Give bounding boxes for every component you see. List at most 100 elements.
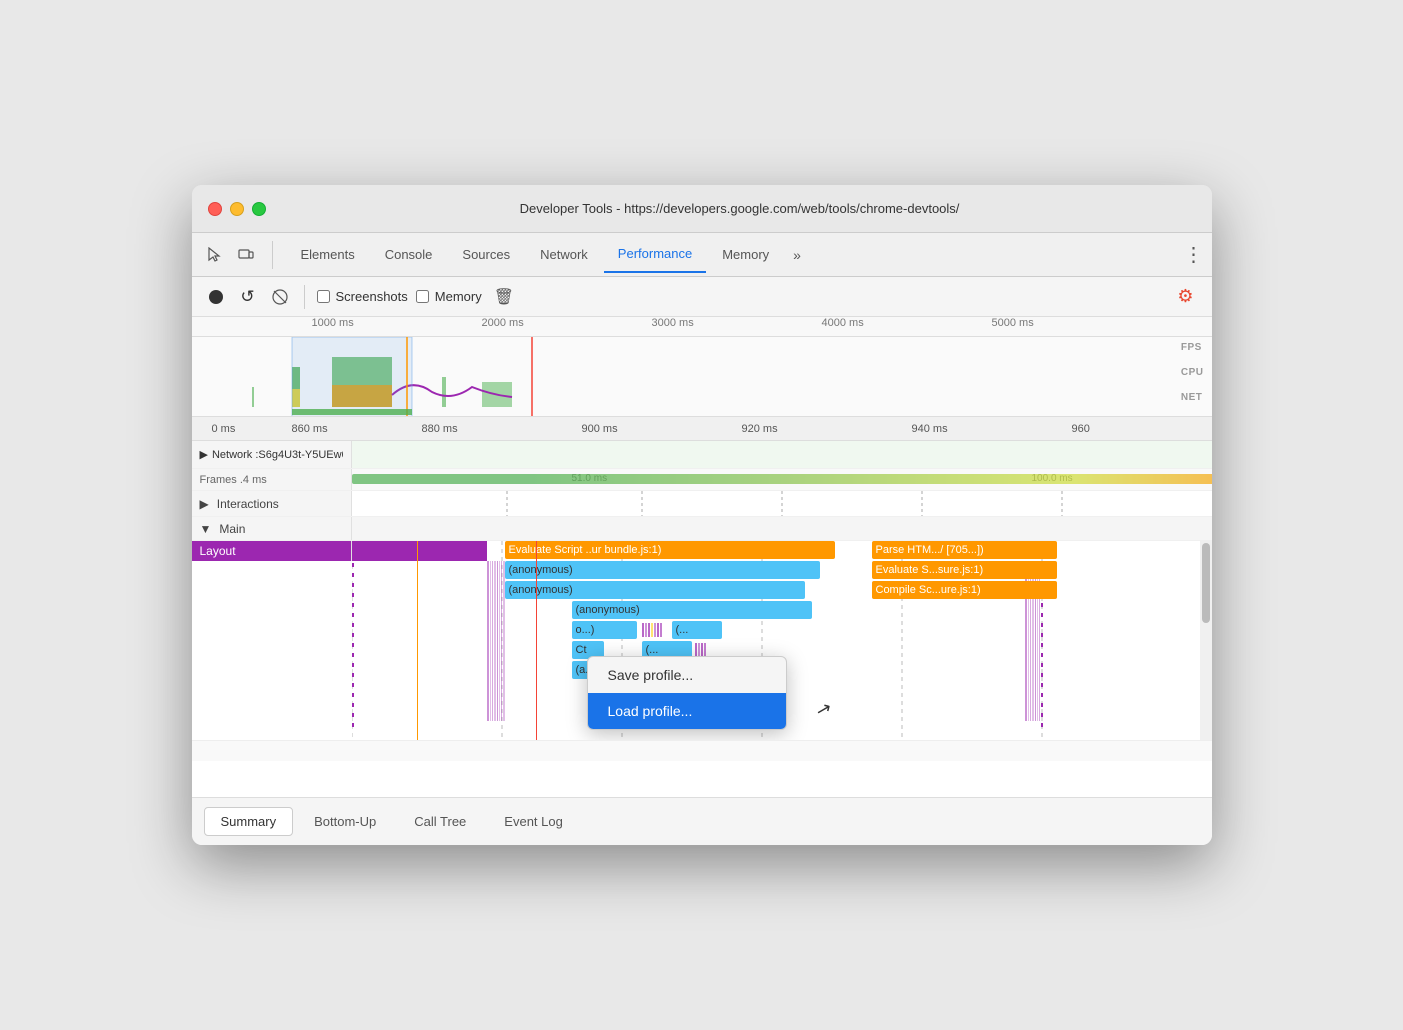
frames-track[interactable]: Frames .4 ms 51.0 ms 100.0 ms (192, 469, 1212, 491)
network-track[interactable]: ▶ Network :S6g4U3t-Y5UEw0IE80IlgEseQY3FE… (192, 441, 1212, 469)
frames-content: 51.0 ms 100.0 ms (352, 469, 1212, 490)
ruler-5000: 5000 ms (992, 317, 1034, 329)
flame-anonymous-3[interactable]: (anonymous) (572, 601, 812, 619)
devtools-window: Developer Tools - https://developers.goo… (192, 185, 1212, 845)
flame-evaluate-script[interactable]: Evaluate Script ..ur bundle.js:1) (505, 541, 835, 559)
tab-console[interactable]: Console (371, 237, 447, 273)
interactions-label: ▶ Interactions (192, 491, 352, 516)
cpu-label: CPU (1181, 367, 1204, 378)
tab-sources[interactable]: Sources (448, 237, 524, 273)
main-expand-icon[interactable]: ▼ (200, 522, 212, 536)
flame-compile-sc-label: Compile Sc...ure.js:1) (876, 584, 981, 596)
context-menu-save-profile[interactable]: Save profile... (588, 657, 786, 693)
orange-vline (417, 541, 418, 740)
toolbar: ↺ Screenshots Memory 🗑 ⚙ (192, 277, 1212, 317)
main-label-text: Main (219, 522, 245, 536)
flame-ct-func-label: Ct (576, 644, 587, 656)
ruler-4000: 4000 ms (822, 317, 864, 329)
flame-ct-func2-label: (... (646, 644, 659, 656)
clear-button[interactable] (268, 285, 292, 309)
close-button[interactable] (208, 202, 222, 216)
detail-ruler-940ms: 940 ms (912, 423, 948, 435)
flame-compile-sc[interactable]: Compile Sc...ure.js:1) (872, 581, 1057, 599)
tab-bottom-up[interactable]: Bottom-Up (297, 807, 393, 836)
minimize-button[interactable] (230, 202, 244, 216)
flame-evaluate-s[interactable]: Evaluate S...sure.js:1) (872, 561, 1057, 579)
tab-memory[interactable]: Memory (708, 237, 783, 273)
flame-anonymous-3-label: (anonymous) (576, 604, 640, 616)
cursor-icon[interactable] (200, 241, 228, 269)
tab-icons (200, 241, 273, 269)
ruler-2000: 2000 ms (482, 317, 524, 329)
detail-ruler-860ms: 860 ms (292, 423, 328, 435)
main-content-area[interactable]: Layout (192, 541, 1212, 741)
flame-evaluate-script-label: Evaluate Script ..ur bundle.js:1) (509, 544, 662, 556)
flame-anonymous-1-label: (anonymous) (509, 564, 573, 576)
tab-performance[interactable]: Performance (604, 237, 706, 273)
bottom-tabs: Summary Bottom-Up Call Tree Event Log (192, 797, 1212, 845)
timeline-detail[interactable]: 0 ms 860 ms 880 ms 900 ms 920 ms 940 ms … (192, 417, 1212, 797)
scrollbar-track[interactable] (1200, 541, 1212, 740)
ruler-3000: 3000 ms (652, 317, 694, 329)
ruler-1000: 1000 ms (312, 317, 354, 329)
screenshots-checkbox[interactable] (317, 290, 330, 303)
window-title: Developer Tools - https://developers.goo… (284, 201, 1196, 216)
tab-more-button[interactable]: » (785, 241, 809, 269)
layout-label: Layout (192, 541, 352, 561)
main-header-track[interactable]: ▼ Main (192, 517, 1212, 541)
memory-checkbox[interactable] (416, 290, 429, 303)
flame-o-func2-label: (... (676, 624, 689, 636)
screenshots-checkbox-label[interactable]: Screenshots (317, 289, 408, 304)
timeline-overview[interactable]: 1000 ms 2000 ms 3000 ms 4000 ms 5000 ms … (192, 317, 1212, 417)
bottom-padding (192, 741, 1212, 761)
red-vline (536, 541, 537, 740)
detail-ruler-880ms: 880 ms (422, 423, 458, 435)
memory-label: Memory (435, 289, 482, 304)
overview-chart[interactable]: FPS CPU NET (192, 337, 1212, 417)
flame-evaluate-s-label: Evaluate S...sure.js:1) (876, 564, 984, 576)
traffic-lights (208, 202, 266, 216)
tab-overflow-menu[interactable]: ⋮ (1184, 242, 1204, 267)
flame-anonymous-1[interactable]: (anonymous) (505, 561, 820, 579)
tab-bar: Elements Console Sources Network Perform… (192, 233, 1212, 277)
reload-button[interactable]: ↺ (236, 285, 260, 309)
time-ruler-detail: 0 ms 860 ms 880 ms 900 ms 920 ms 940 ms … (192, 417, 1212, 441)
trash-button[interactable]: 🗑 (494, 287, 514, 307)
scrollbar-thumb[interactable] (1202, 543, 1210, 623)
memory-checkbox-label[interactable]: Memory (416, 289, 482, 304)
detail-ruler-900ms: 900 ms (582, 423, 618, 435)
flame-o-func[interactable]: o...) (572, 621, 637, 639)
detail-ruler-0ms: 0 ms (212, 423, 236, 435)
tab-network[interactable]: Network (526, 237, 602, 273)
screenshots-label: Screenshots (336, 289, 408, 304)
tab-summary[interactable]: Summary (204, 807, 294, 836)
fps-label: FPS (1181, 342, 1204, 353)
flame-parse-html-label: Parse HTM.../ [705...]) (876, 544, 984, 556)
flame-chart-area[interactable]: Evaluate Script ..ur bundle.js:1) (anony… (352, 541, 1200, 740)
interactions-expand-icon[interactable]: ▶ (200, 497, 209, 511)
interactions-label-text: Interactions (217, 497, 279, 511)
detail-ruler-920ms: 920 ms (742, 423, 778, 435)
device-icon[interactable] (232, 241, 260, 269)
flame-o-func2[interactable]: (... (672, 621, 722, 639)
flame-parse-html[interactable]: Parse HTM.../ [705...]) (872, 541, 1057, 559)
network-expand-icon[interactable]: ▶ (200, 448, 208, 461)
context-menu-load-profile[interactable]: Load profile... (588, 693, 786, 729)
frames-label-text: Frames .4 ms (200, 474, 267, 486)
flame-o-func-label: o...) (576, 624, 595, 636)
tab-event-log[interactable]: Event Log (487, 807, 580, 836)
network-label: ▶ Network :S6g4U3t-Y5UEw0IE80IlgEseQY3FE… (192, 441, 352, 468)
tab-elements[interactable]: Elements (287, 237, 369, 273)
flame-anonymous-2-label: (anonymous) (509, 584, 573, 596)
flame-anonymous-2[interactable]: (anonymous) (505, 581, 805, 599)
net-label: NET (1181, 392, 1204, 403)
interactions-track[interactable]: ▶ Interactions (192, 491, 1212, 517)
toolbar-divider-1 (304, 285, 305, 309)
maximize-button[interactable] (252, 202, 266, 216)
interactions-content (352, 491, 1212, 516)
record-button[interactable] (204, 285, 228, 309)
tab-call-tree[interactable]: Call Tree (397, 807, 483, 836)
cursor-pointer: ↗ (813, 697, 833, 721)
detail-ruler-960: 960 (1072, 423, 1090, 435)
settings-button[interactable]: ⚙ (1172, 283, 1200, 311)
